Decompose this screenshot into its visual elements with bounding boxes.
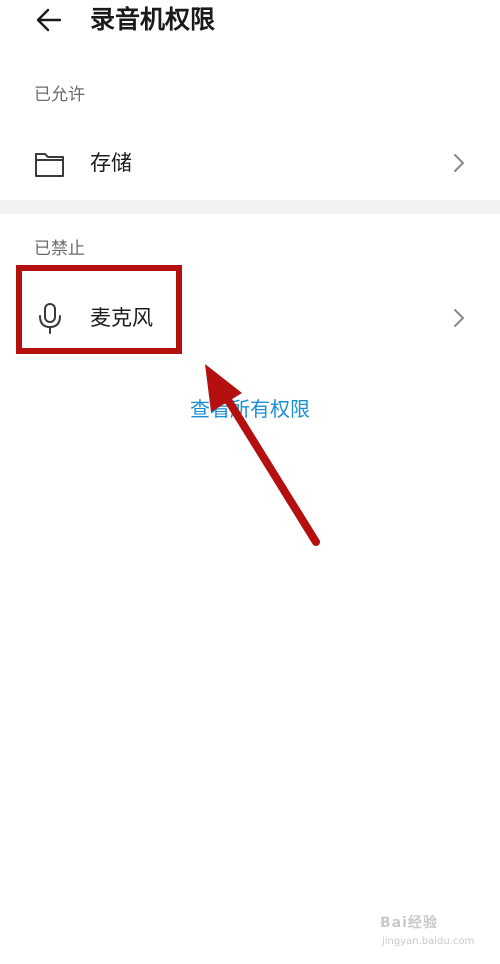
watermark: Bai经验 jingyan.baidu.com xyxy=(380,912,480,956)
watermark-url: jingyan.baidu.com xyxy=(382,936,475,947)
chevron-right-icon xyxy=(448,305,470,331)
permission-label-storage: 存储 xyxy=(90,151,132,175)
page-title: 录音机权限 xyxy=(90,5,216,34)
chevron-right-icon xyxy=(448,150,470,176)
section-label-denied: 已禁止 xyxy=(34,239,85,259)
app-header: 录音机权限 xyxy=(0,0,500,56)
permission-row-storage[interactable]: 存储 xyxy=(0,128,500,198)
watermark-logo: Bai经验 xyxy=(380,915,438,931)
folder-icon xyxy=(30,147,70,181)
back-button[interactable] xyxy=(30,2,70,38)
section-label-allowed: 已允许 xyxy=(34,85,85,105)
section-divider xyxy=(0,200,500,214)
view-all-permissions-link[interactable]: 查看所有权限 xyxy=(0,393,500,422)
arrow-left-icon xyxy=(36,8,62,32)
annotation-highlight-box xyxy=(16,265,182,354)
